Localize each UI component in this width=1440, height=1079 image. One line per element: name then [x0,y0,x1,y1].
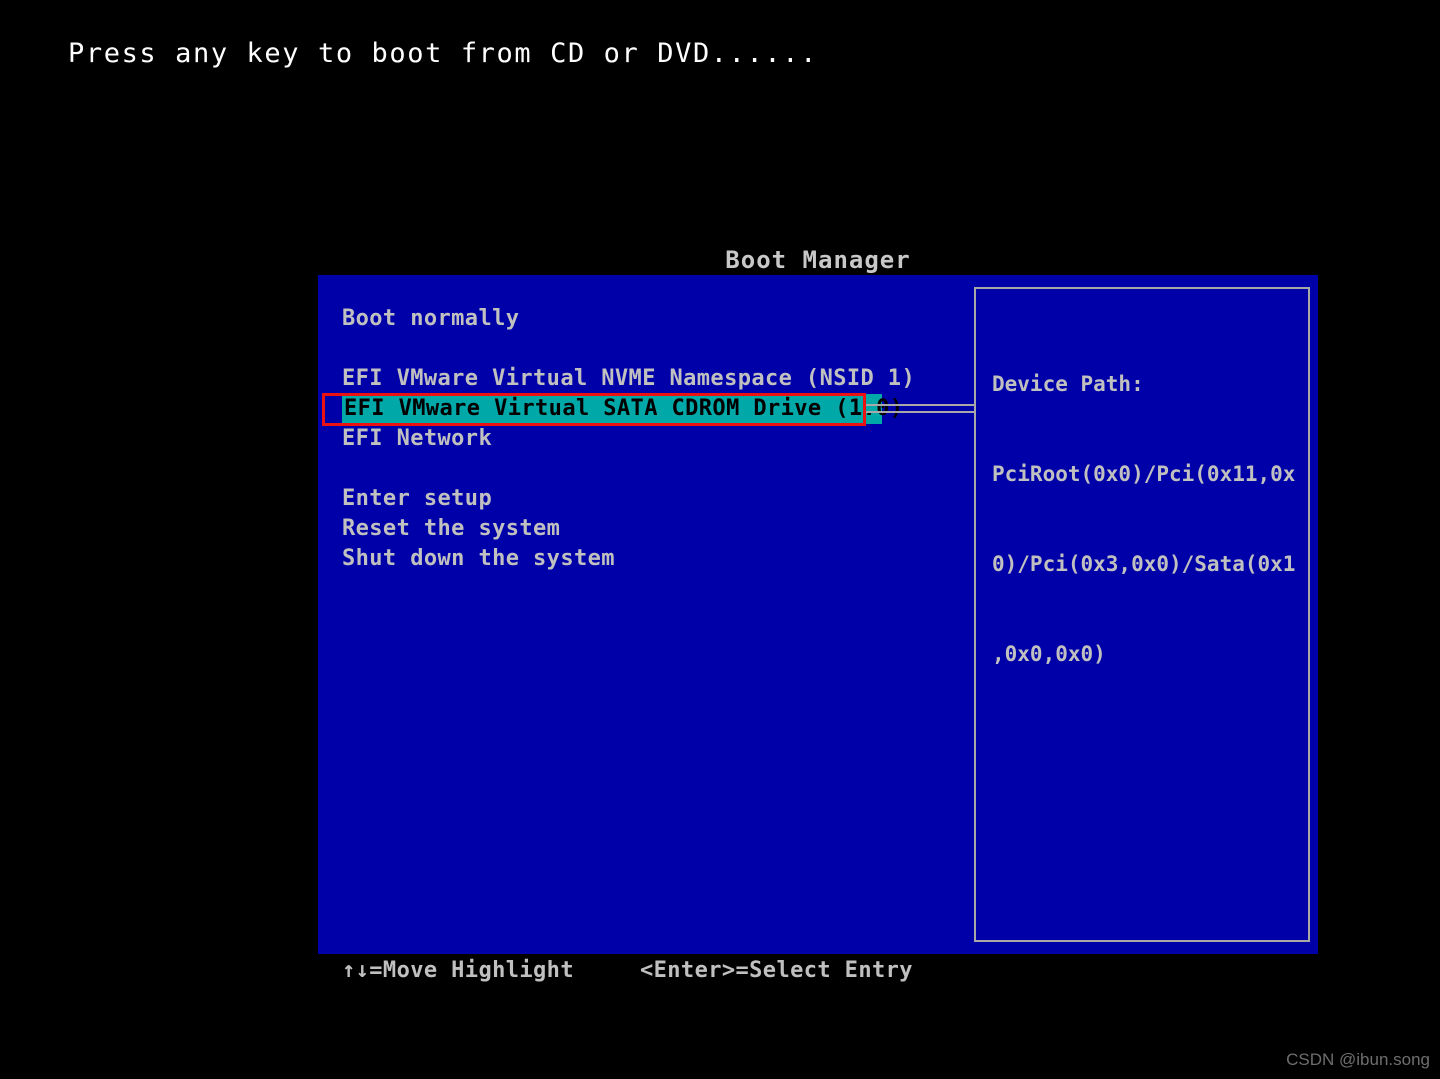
menu-item-boot-normally[interactable]: Boot normally [342,304,902,334]
menu-item-efi-network[interactable]: EFI Network [342,424,902,454]
device-path-line-4: ,0x0,0x0) [992,642,1106,666]
footer-select-entry-hint: <Enter>=Select Entry [640,958,913,983]
device-path-info-box: Device Path: PciRoot(0x0)/Pci(0x11,0x 0)… [974,287,1310,942]
boot-prompt-text: Press any key to boot from CD or DVD....… [68,38,818,69]
menu-spacer-2 [342,454,902,484]
page-title: Boot Manager [725,246,911,274]
menu-item-reset-system[interactable]: Reset the system [342,514,902,544]
menu-spacer-1 [342,334,902,364]
device-path-line-1: Device Path: [992,372,1144,396]
device-path-text: Device Path: PciRoot(0x0)/Pci(0x11,0x 0)… [992,309,1304,729]
device-path-line-3: 0)/Pci(0x3,0x0)/Sata(0x1 [992,552,1296,576]
menu-item-enter-setup[interactable]: Enter setup [342,484,902,514]
menu-item-efi-nvme-namespace[interactable]: EFI VMware Virtual NVME Namespace (NSID … [342,364,915,394]
footer-move-highlight-hint: ↑↓=Move Highlight [342,958,574,983]
menu-item-efi-sata-cdrom[interactable]: EFI VMware Virtual SATA CDROM Drive (1.0… [342,394,903,424]
boot-manager-panel: Boot normally EFI VMware Virtual NVME Na… [318,275,1318,954]
device-path-line-2: PciRoot(0x0)/Pci(0x11,0x [992,462,1296,486]
watermark-text: CSDN @ibun.song [1286,1050,1430,1069]
selection-connector-line [866,404,976,413]
boot-menu-list: Boot normally EFI VMware Virtual NVME Na… [342,304,915,574]
menu-item-shutdown-system[interactable]: Shut down the system [342,544,902,574]
footer-help-bar: ↑↓=Move Highlight <Enter>=Select Entry [318,958,1318,992]
